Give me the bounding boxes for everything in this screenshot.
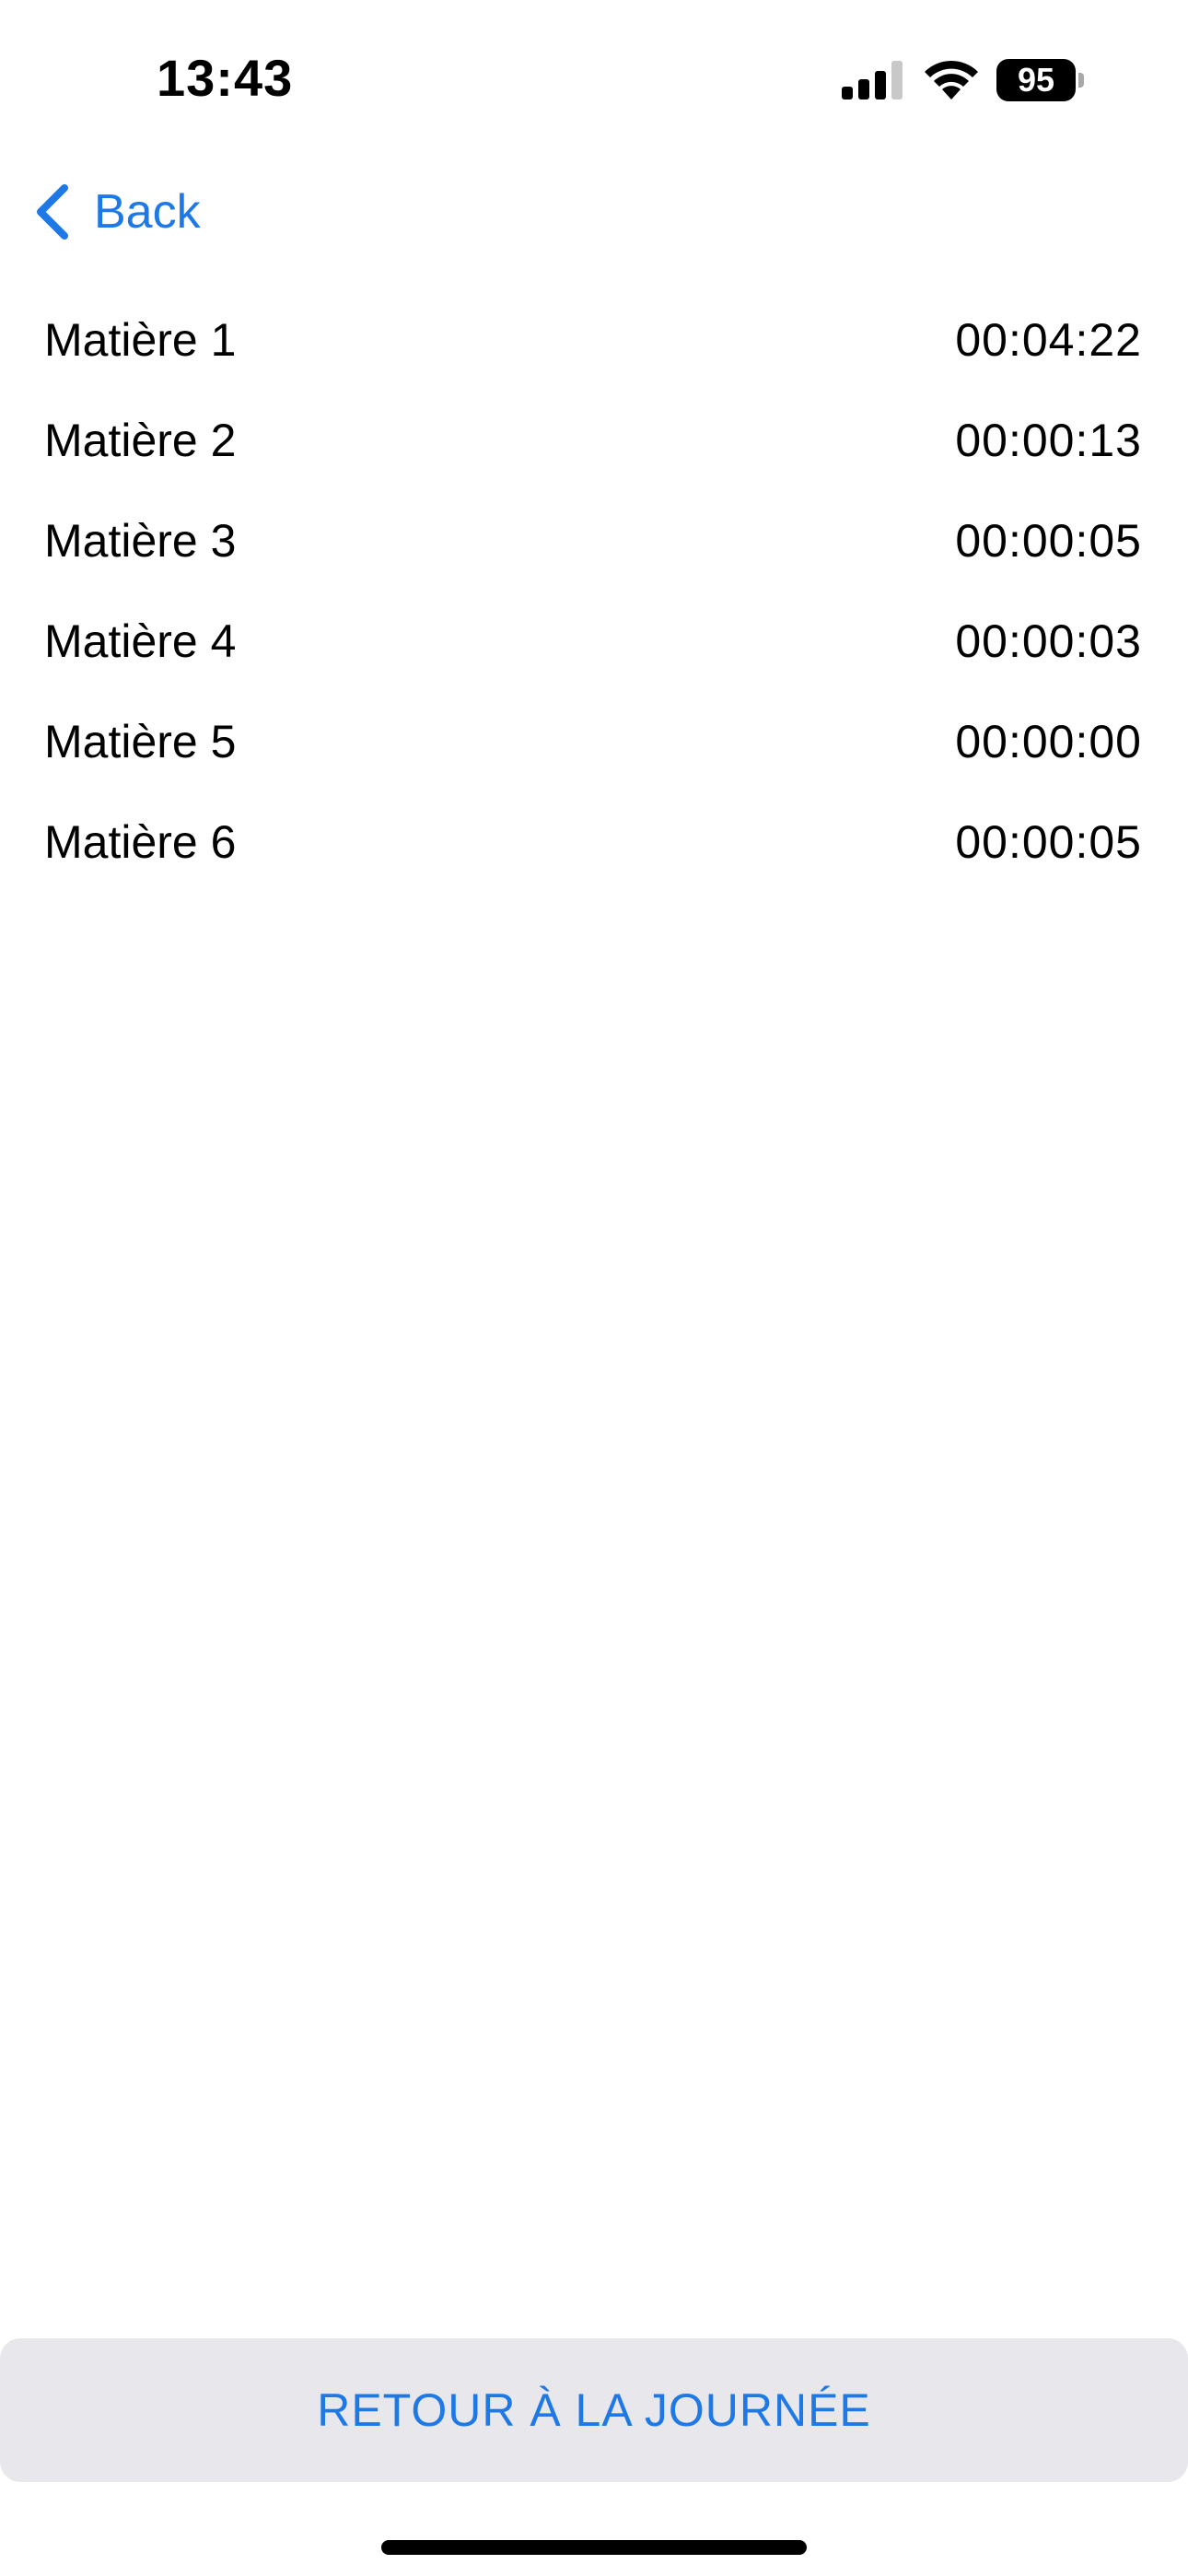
- signal-icon: [842, 61, 903, 100]
- list-item: Matière 5 00:00:00: [0, 695, 1188, 795]
- list-item: Matière 3 00:00:05: [0, 494, 1188, 594]
- subject-label: Matière 6: [44, 816, 237, 868]
- list-item: Matière 4 00:00:03: [0, 594, 1188, 695]
- home-indicator[interactable]: [381, 2540, 807, 2555]
- battery-cap: [1078, 73, 1084, 88]
- status-bar: 13:43 95: [0, 0, 1188, 157]
- subject-label: Matière 4: [44, 615, 237, 667]
- list-item: Matière 1 00:04:22: [0, 293, 1188, 393]
- subject-label: Matière 1: [44, 314, 237, 366]
- subject-duration: 00:00:00: [955, 716, 1142, 767]
- back-to-day-button[interactable]: RETOUR À LA JOURNÉE: [0, 2338, 1188, 2482]
- list-item: Matière 2 00:00:13: [0, 393, 1188, 494]
- subject-duration: 00:04:22: [955, 314, 1142, 366]
- status-time: 13:43: [157, 49, 294, 107]
- subject-time-list: Matière 1 00:04:22 Matière 2 00:00:13 Ma…: [0, 293, 1188, 896]
- back-to-day-label: RETOUR À LA JOURNÉE: [317, 2384, 871, 2436]
- chevron-left-icon: [37, 184, 68, 240]
- back-button[interactable]: Back: [31, 175, 201, 249]
- battery-level: 95: [996, 59, 1076, 101]
- subject-label: Matière 5: [44, 716, 237, 767]
- battery-icon: 95: [996, 59, 1085, 101]
- subject-duration: 00:00:03: [955, 615, 1142, 667]
- subject-label: Matière 2: [44, 415, 237, 466]
- list-item: Matière 6 00:00:05: [0, 795, 1188, 896]
- wifi-icon: [925, 60, 978, 100]
- subject-label: Matière 3: [44, 515, 237, 567]
- subject-duration: 00:00:13: [955, 415, 1142, 466]
- back-label: Back: [94, 185, 201, 239]
- subject-duration: 00:00:05: [955, 816, 1142, 868]
- subject-duration: 00:00:05: [955, 515, 1142, 567]
